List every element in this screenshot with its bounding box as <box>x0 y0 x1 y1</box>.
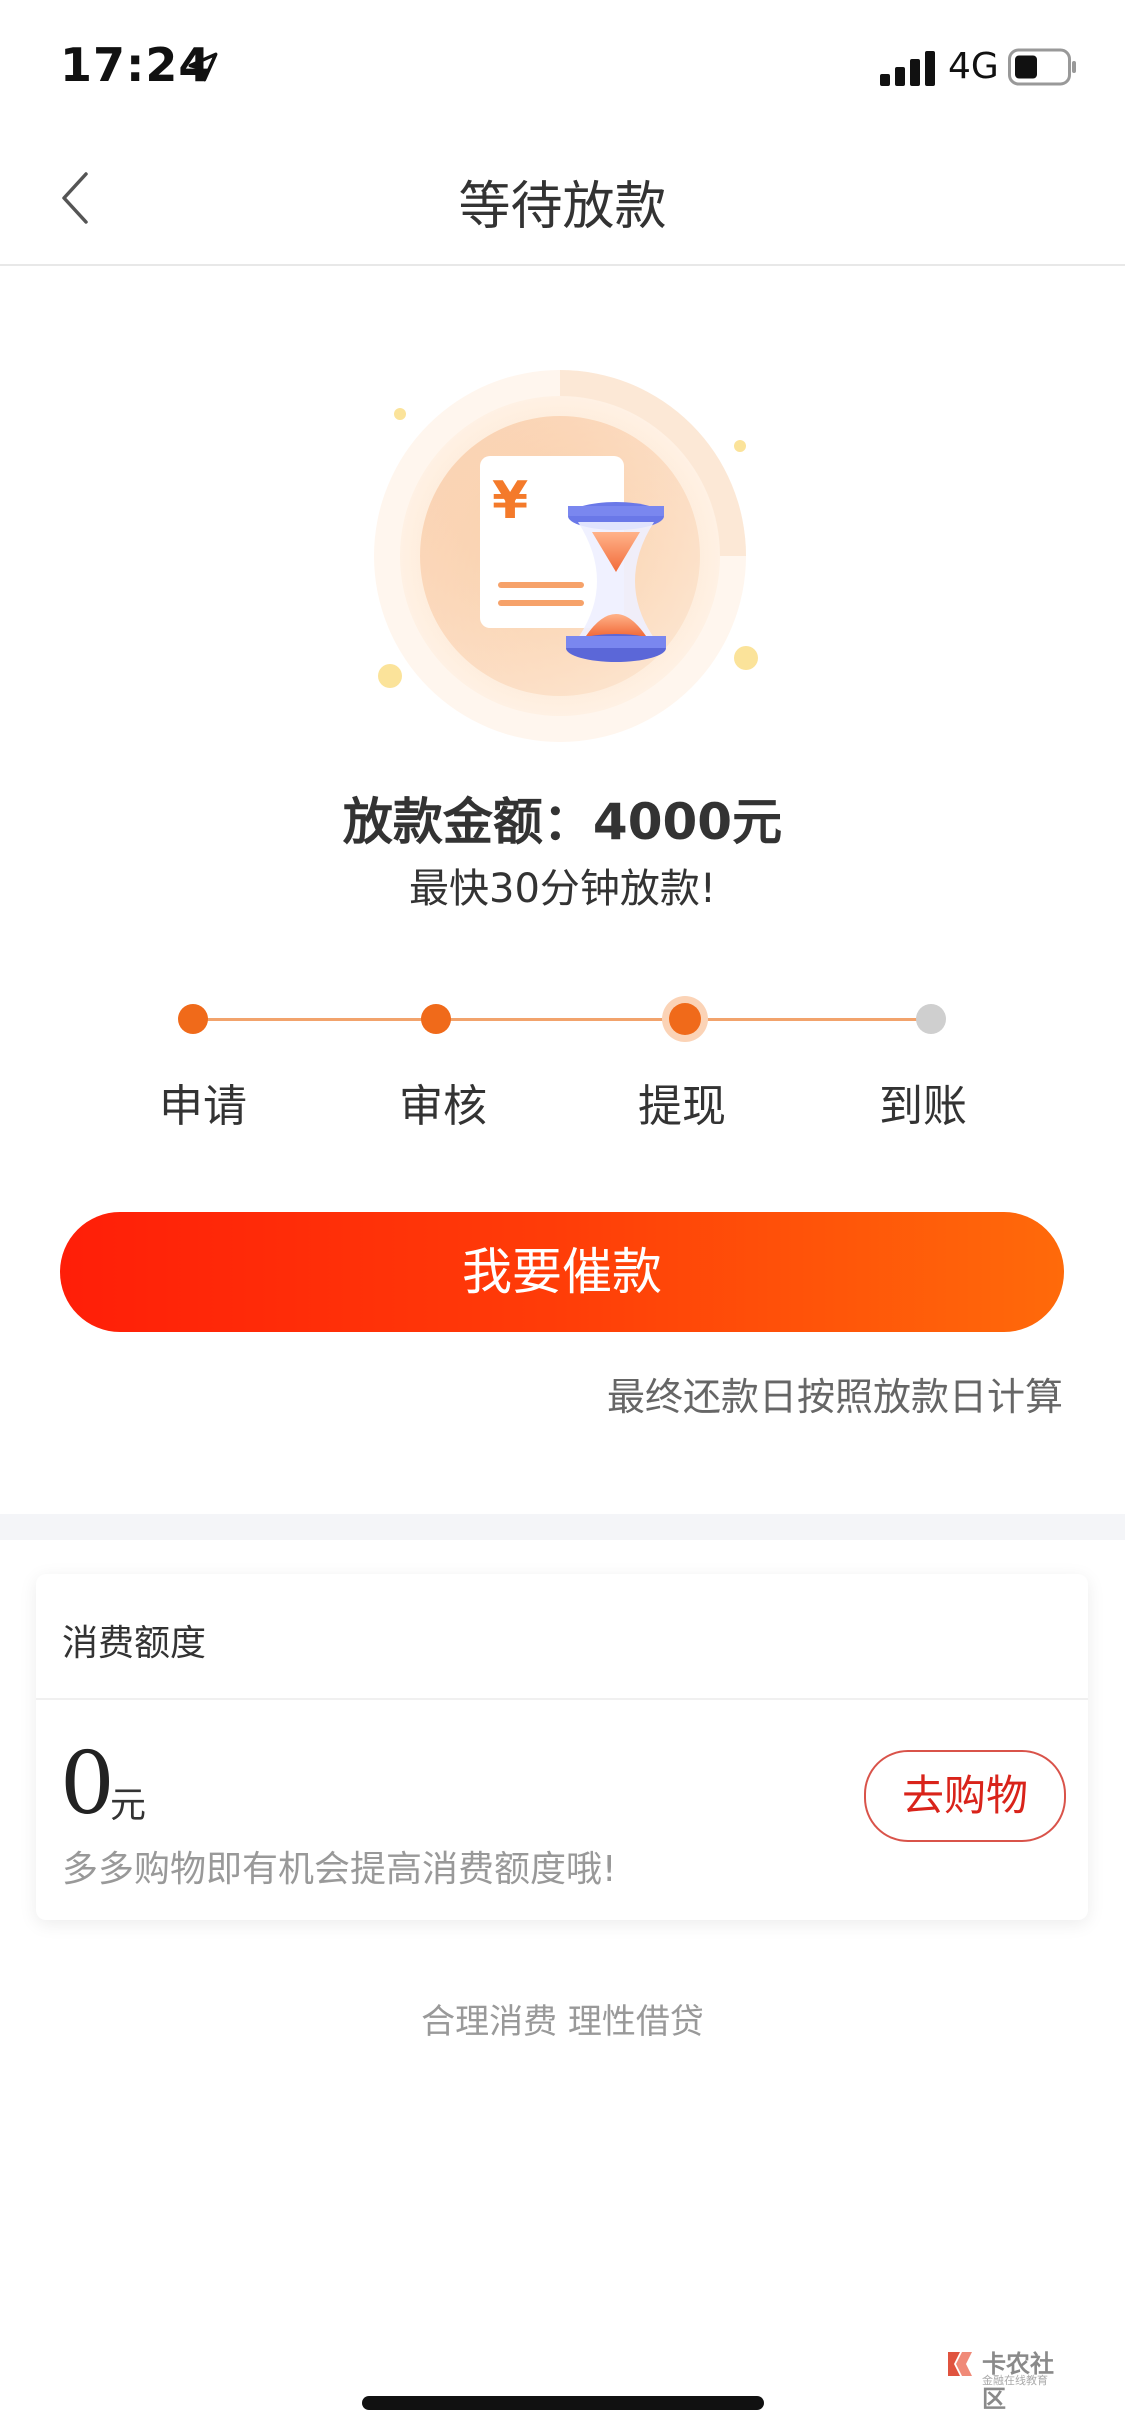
step-dot-apply <box>178 1004 208 1034</box>
watermark: 卡农社区 金融在线教育 <box>944 2344 1074 2413</box>
signal-bars-icon <box>880 51 935 86</box>
repay-date-note: 最终还款日按照放款日计算 <box>606 1375 1063 1419</box>
step-dot-arrive <box>916 1004 946 1034</box>
loan-amount: 放款金额：4000元 <box>0 782 1125 854</box>
svg-text:¥: ¥ <box>492 471 528 531</box>
battery-icon <box>1008 48 1076 86</box>
nav-bar: 等待放款 <box>0 132 1125 266</box>
network-label: 4G <box>948 46 999 87</box>
watermark-sub: 金融在线教育 <box>982 2374 1048 2387</box>
urge-loan-button[interactable]: 我要催款 <box>60 1212 1064 1332</box>
footer-slogan: 合理消费 理性借贷 <box>421 2002 704 2042</box>
credit-unit: 元 <box>110 1785 147 1826</box>
loan-amount-label: 放款金额： <box>342 793 593 851</box>
credit-card: 消费额度 0 元 多多购物即有机会提高消费额度哦! 去购物 <box>36 1574 1088 1920</box>
credit-amount: 0 <box>60 1734 115 1834</box>
status-bar: 17:24 4G <box>0 0 1125 132</box>
step-dot-review <box>421 1004 451 1034</box>
step-dot-withdraw <box>669 1003 701 1035</box>
watermark-logo-icon <box>948 2352 972 2376</box>
step-label-withdraw: 提现 <box>638 1081 726 1132</box>
location-arrow-icon <box>188 52 218 82</box>
loan-amount-value: 4000元 <box>592 793 783 851</box>
hourglass-document-icon: ¥ <box>374 370 758 742</box>
section-divider <box>0 1514 1125 1540</box>
home-indicator[interactable] <box>362 2396 764 2410</box>
loan-speed-note: 最快30分钟放款! <box>409 866 716 912</box>
step-label-apply: 申请 <box>159 1081 247 1132</box>
go-shopping-button[interactable]: 去购物 <box>864 1750 1066 1842</box>
credit-hint: 多多购物即有机会提高消费额度哦! <box>62 1849 617 1890</box>
credit-divider <box>36 1698 1088 1700</box>
page-title: 等待放款 <box>458 177 667 237</box>
step-label-arrive: 到账 <box>879 1081 967 1132</box>
progress-steps: 申请 审核 提现 到账 <box>0 990 1125 1140</box>
progress-line-remaining <box>685 1018 931 1021</box>
step-label-review: 审核 <box>399 1081 487 1132</box>
credit-title: 消费额度 <box>62 1623 207 1664</box>
